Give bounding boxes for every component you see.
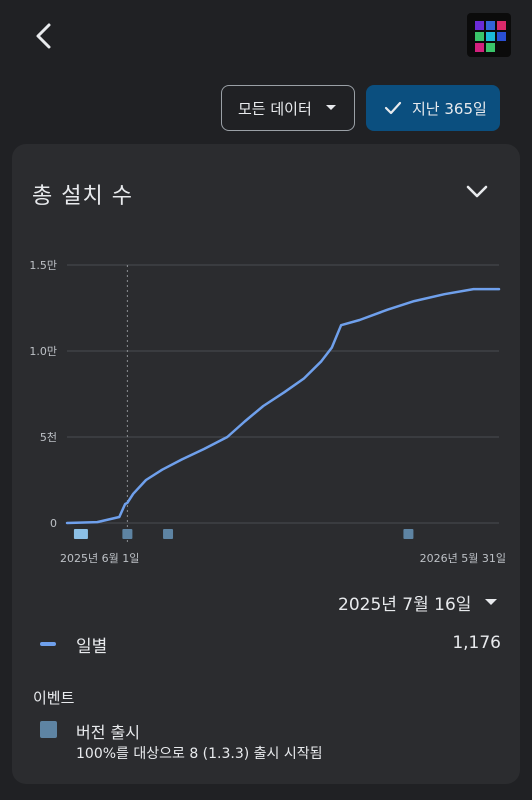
event-item[interactable]: 버전 출시 100%를 대상으로 8 (1.3.3) 출시 시작됨 <box>40 719 500 767</box>
caret-down-icon <box>485 599 498 605</box>
selected-date-dropdown[interactable]: 2025년 7월 16일 <box>338 588 498 616</box>
event-marker <box>403 529 414 539</box>
event-title: 버전 출시 <box>76 723 140 742</box>
data-filter-dropdown[interactable]: 모든 데이터 <box>221 85 355 131</box>
installs-line-chart[interactable]: 0 5천 1.0만 1.5만 2025년 6월 1일 2026년 5월 31일 <box>12 144 520 574</box>
app-logo-icon[interactable] <box>467 13 511 57</box>
check-icon <box>384 101 402 115</box>
event-marker-swatch <box>40 721 57 738</box>
event-description: 100%를 대상으로 8 (1.3.3) 출시 시작됨 <box>76 746 323 762</box>
top-bar <box>0 0 532 80</box>
x-tick-label: 2026년 5월 31일 <box>420 551 506 565</box>
series-line-swatch <box>40 642 56 646</box>
series-line <box>65 287 501 525</box>
filter-row: 모든 데이터 지난 365일 <box>0 85 532 131</box>
back-button[interactable] <box>26 18 62 54</box>
selected-date-label: 2025년 7월 16일 <box>338 594 472 615</box>
range-chip-label: 지난 365일 <box>412 99 487 118</box>
total-installs-card: 총 설치 수 0 5천 1.0만 1.5만 2025년 6월 1일 2026년 5월 31… <box>12 144 520 784</box>
y-tick-label: 1.5만 <box>29 259 57 272</box>
data-filter-label: 모든 데이터 <box>238 99 312 118</box>
y-tick-label: 5천 <box>40 430 57 444</box>
caret-down-icon <box>326 105 336 110</box>
range-chip-365-days[interactable]: 지난 365일 <box>366 85 500 131</box>
events-heading: 이벤트 <box>33 689 75 707</box>
y-tick-label: 1.0만 <box>29 345 57 358</box>
legend-value: 1,176 <box>452 633 501 653</box>
event-marker <box>163 529 174 539</box>
event-marker <box>122 529 133 539</box>
chevron-left-icon <box>36 23 51 49</box>
legend-row: 일별 1,176 <box>40 630 501 658</box>
y-tick-label: 0 <box>50 517 57 530</box>
x-tick-label: 2025년 6월 1일 <box>60 551 139 565</box>
event-marker <box>73 529 88 539</box>
legend-label: 일별 <box>76 637 108 657</box>
